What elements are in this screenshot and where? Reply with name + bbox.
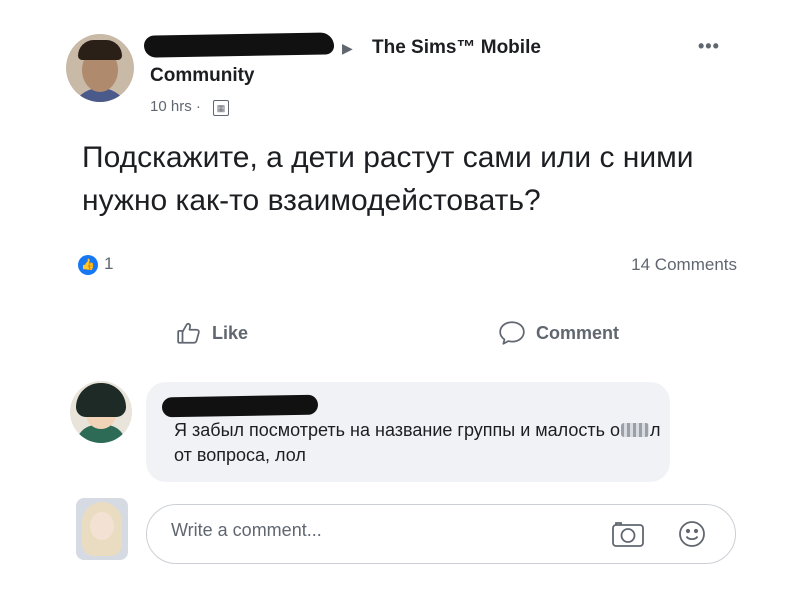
group-name-suffix[interactable]: Community [150,65,255,87]
current-user-avatar[interactable] [76,498,128,560]
globe-icon: ▦ [213,100,229,116]
comment-text: Я забыл посмотреть на название группы и … [174,420,661,465]
camera-icon[interactable] [611,520,645,553]
comment-composer[interactable] [146,504,736,564]
redacted-author-name [143,32,335,58]
redacted-commenter-name [161,394,319,418]
like-count[interactable]: 1 [104,254,113,274]
post-text: Подскажите, а дети растут сами или с ним… [82,141,694,217]
speech-bubble-icon [498,320,526,346]
post-timestamp[interactable]: 10 hrs · [150,98,201,115]
arrow-icon: ▶ [342,40,353,56]
comment-button-label: Comment [536,322,620,343]
author-avatar[interactable] [66,34,134,102]
comments-count[interactable]: 14 Comments [631,255,737,275]
comment-button[interactable]: Comment [498,320,619,346]
like-button[interactable]: Like [176,320,248,346]
like-button-label: Like [212,322,249,343]
smiley-icon[interactable] [677,519,707,554]
thumb-up-icon [176,320,202,346]
commenter-avatar[interactable] [70,381,132,443]
blurred-word [620,423,649,437]
more-icon[interactable]: ••• [698,36,720,57]
group-name-link[interactable]: The Sims™ Mobile [372,37,541,59]
like-reaction-icon[interactable]: 👍 [78,255,98,275]
comment-input[interactable] [171,520,571,541]
